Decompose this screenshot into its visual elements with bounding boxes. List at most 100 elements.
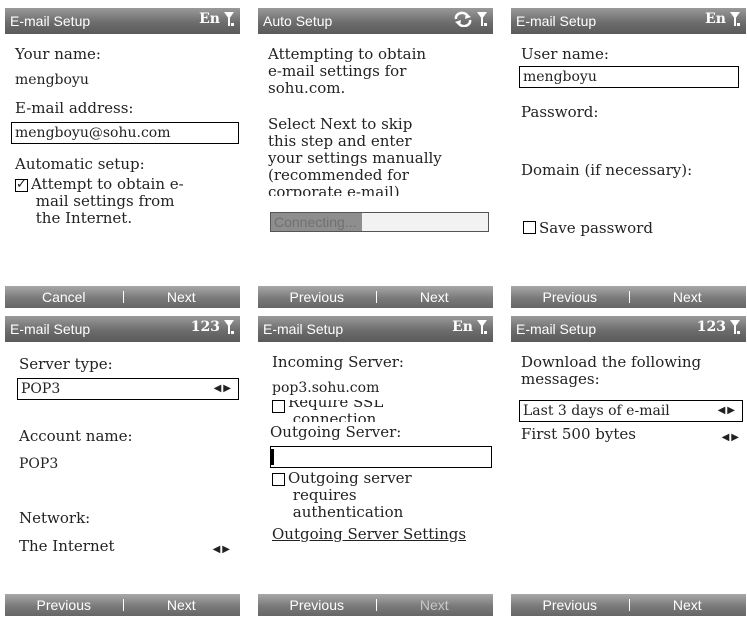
input-mode-indicator: 123 <box>190 319 220 335</box>
user-name-field[interactable]: mengboyu <box>519 66 739 88</box>
previous-button[interactable]: Previous <box>511 597 629 613</box>
checkbox-unchecked-icon[interactable] <box>523 221 536 234</box>
download-following-label: Download the following messages: <box>521 353 702 388</box>
checkbox-unchecked-icon[interactable] <box>272 400 285 413</box>
account-name-value[interactable]: POP3 <box>19 456 58 473</box>
screen-title: E-mail Setup <box>516 321 597 337</box>
automatic-setup-label: Automatic setup: <box>15 155 145 173</box>
outgoing-server-settings-link[interactable]: Outgoing Server Settings <box>272 526 466 543</box>
input-mode-indicator: En <box>199 11 220 27</box>
sync-arrows-icon <box>454 11 472 27</box>
screen-auto-setup: Auto Setup Attempting to obtain e-mail s… <box>258 8 493 308</box>
screen-content: Incoming Server: pop3.sohu.com Require S… <box>258 342 493 588</box>
next-button[interactable]: Next <box>376 597 494 613</box>
screen-email-setup-servers: E-mail Setup En Incoming Server: pop3.so… <box>258 316 493 616</box>
softkey-bar: Cancel Next <box>5 286 240 308</box>
title-bar: E-mail Setup 123 <box>5 316 240 342</box>
screen-email-setup-credentials: E-mail Setup En User name: mengboyu Pass… <box>511 8 746 308</box>
outgoing-server-label: Outgoing Server: <box>270 423 402 441</box>
next-button[interactable]: Next <box>123 597 241 613</box>
email-address-label: E-mail address: <box>15 99 134 117</box>
screen-content: Server type: POP3 ◀▶ Account name: POP3 … <box>5 342 240 588</box>
screen-email-setup-server-type: E-mail Setup 123 Server type: POP3 ◀▶ Ac… <box>5 316 240 616</box>
screen-content: Download the following messages: Last 3 … <box>511 342 746 588</box>
download-period-selector[interactable]: Last 3 days of e-mail ◀▶ <box>519 400 743 422</box>
title-bar: E-mail Setup En <box>511 8 746 34</box>
network-value: The Internet <box>19 537 115 555</box>
signal-antenna-icon <box>224 12 234 26</box>
download-period-value: Last 3 days of e-mail <box>523 403 670 419</box>
incoming-server-value[interactable]: pop3.sohu.com <box>272 380 379 397</box>
softkey-bar: Previous Next <box>511 594 746 616</box>
screen-content: User name: mengboyu Password: Domain (if… <box>511 34 746 280</box>
input-mode-indicator: En <box>452 319 473 335</box>
require-ssl-checkbox[interactable]: Require SSL connection <box>272 400 492 422</box>
screen-title: Auto Setup <box>263 13 333 29</box>
status-indicators: En <box>452 319 488 335</box>
user-name-label: User name: <box>521 45 609 63</box>
save-password-label: Save password <box>539 219 653 237</box>
text-cursor <box>271 449 274 465</box>
signal-antenna-icon <box>730 12 740 26</box>
download-size-value: First 500 bytes <box>521 425 636 443</box>
next-button[interactable]: Next <box>629 289 747 305</box>
screen-content: Attempting to obtain e-mail settings for… <box>258 34 493 280</box>
signal-antenna-icon <box>224 320 234 334</box>
previous-button[interactable]: Previous <box>258 597 376 613</box>
screen-email-setup-name: E-mail Setup En Your name: mengboyu E-ma… <box>5 8 240 308</box>
signal-antenna-icon <box>477 12 487 26</box>
input-mode-indicator: En <box>705 11 726 27</box>
attempt-obtain-label: Attempt to obtain e- mail settings from … <box>31 175 184 227</box>
screen-title: E-mail Setup <box>516 13 597 29</box>
left-right-arrows-icon[interactable]: ◀▶ <box>722 429 741 446</box>
title-bar: E-mail Setup 123 <box>511 316 746 342</box>
network-selector[interactable]: The Internet ◀▶ <box>19 537 237 558</box>
domain-label: Domain (if necessary): <box>521 161 693 179</box>
outgoing-auth-checkbox[interactable]: Outgoing server requires authentication <box>272 470 412 521</box>
softkey-bar: Previous Next <box>258 594 493 616</box>
title-bar: E-mail Setup En <box>5 8 240 34</box>
require-ssl-label: Require SSL connection <box>288 400 384 422</box>
save-password-checkbox[interactable]: Save password <box>523 220 653 237</box>
network-label: Network: <box>19 509 91 527</box>
password-label: Password: <box>521 103 599 121</box>
status-indicators: 123 <box>191 319 235 335</box>
outgoing-server-field[interactable] <box>270 446 492 468</box>
title-bar: Auto Setup <box>258 8 493 34</box>
checkbox-unchecked-icon[interactable] <box>272 473 285 486</box>
attempting-message: Attempting to obtain e-mail settings for… <box>268 45 427 97</box>
screen-email-setup-download: E-mail Setup 123 Download the following … <box>511 316 746 616</box>
your-name-value[interactable]: mengboyu <box>15 72 89 89</box>
checkbox-checked-icon[interactable] <box>15 176 28 193</box>
softkey-bar: Previous Next <box>5 594 240 616</box>
skip-message-container: Select Next to skip this step and enter … <box>268 116 442 196</box>
signal-antenna-icon <box>730 320 740 334</box>
previous-button[interactable]: Previous <box>258 289 376 305</box>
screen-title: E-mail Setup <box>263 321 344 337</box>
status-indicators <box>453 11 488 27</box>
connecting-progress-bar: Connecting... <box>270 212 489 232</box>
left-right-arrows-icon[interactable]: ◀▶ <box>715 401 737 421</box>
server-type-value: POP3 <box>21 381 61 397</box>
previous-button[interactable]: Previous <box>5 597 123 613</box>
cancel-button[interactable]: Cancel <box>5 289 123 305</box>
left-right-arrows-icon[interactable]: ◀▶ <box>213 541 232 558</box>
previous-button[interactable]: Previous <box>511 289 629 305</box>
title-bar: E-mail Setup En <box>258 316 493 342</box>
incoming-server-label: Incoming Server: <box>272 353 404 371</box>
next-button[interactable]: Next <box>123 289 241 305</box>
download-size-selector[interactable]: First 500 bytes ◀▶ <box>521 425 741 446</box>
skip-message: Select Next to skip this step and enter … <box>268 116 442 196</box>
status-indicators: En <box>705 11 741 27</box>
screen-title: E-mail Setup <box>10 13 91 29</box>
progress-text: Connecting... <box>274 214 357 230</box>
signal-antenna-icon <box>477 320 487 334</box>
email-address-field[interactable]: mengboyu@sohu.com <box>11 122 239 144</box>
next-button[interactable]: Next <box>629 597 747 613</box>
your-name-label: Your name: <box>15 45 101 63</box>
attempt-obtain-checkbox[interactable]: Attempt to obtain e- mail settings from … <box>15 176 184 227</box>
next-button[interactable]: Next <box>376 289 494 305</box>
server-type-selector[interactable]: POP3 ◀▶ <box>17 378 239 400</box>
account-name-label: Account name: <box>19 427 133 445</box>
left-right-arrows-icon[interactable]: ◀▶ <box>214 379 233 399</box>
